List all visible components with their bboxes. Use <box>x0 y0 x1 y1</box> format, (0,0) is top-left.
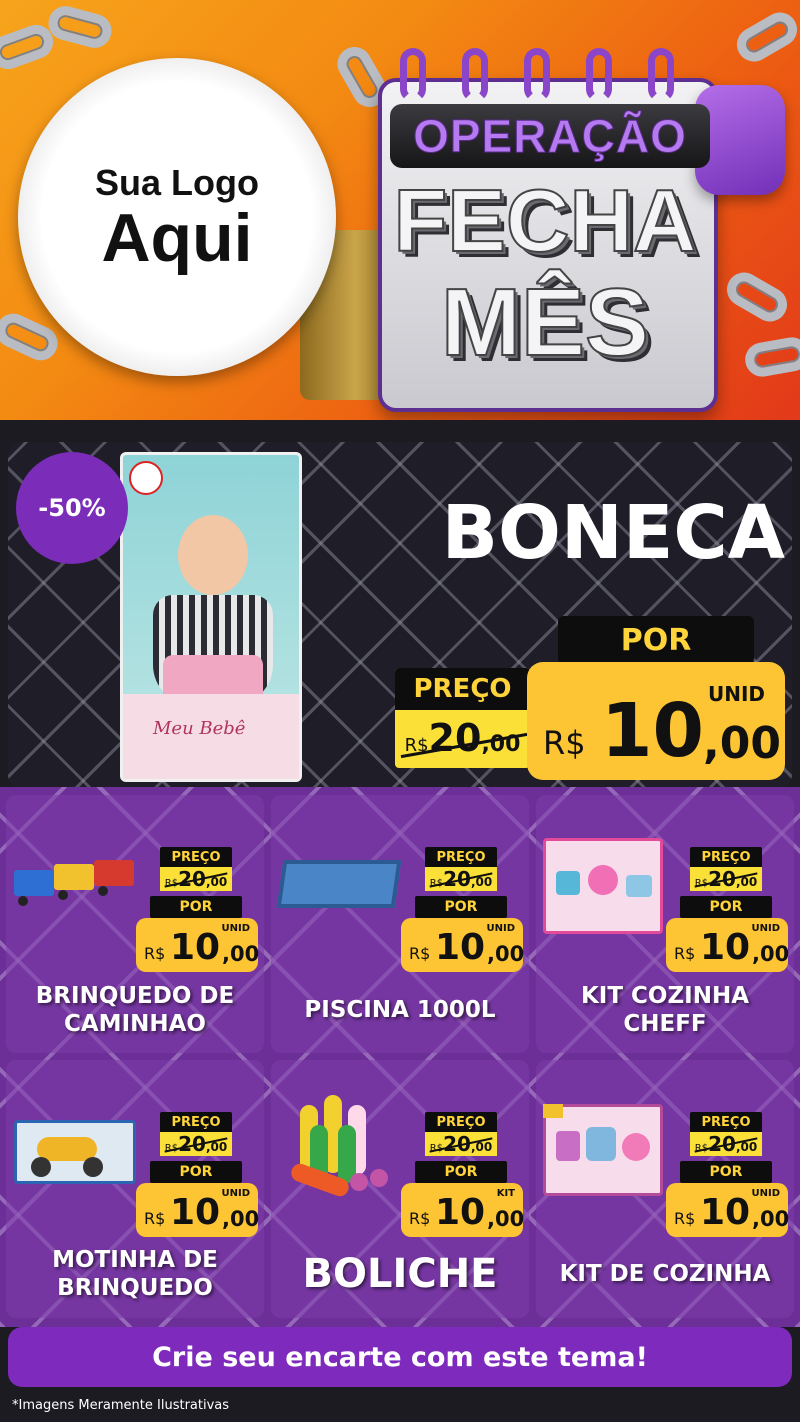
new-price-decimal: ,00 <box>487 942 525 966</box>
kitchen-set-image <box>543 1104 663 1196</box>
new-price: UNID R$ 10,00 <box>666 918 790 972</box>
featured-product-name: BONECA <box>441 490 785 576</box>
logo-placeholder[interactable]: Sua Logo Aqui <box>18 58 336 376</box>
create-flyer-button[interactable]: Crie seu encarte com este tema! <box>8 1327 792 1387</box>
por-label: POR <box>415 896 507 918</box>
new-price-currency: R$ <box>144 1209 166 1228</box>
new-price-currency: R$ <box>674 944 696 963</box>
new-price-decimal: ,00 <box>752 1207 790 1231</box>
preco-label: PREÇO <box>425 847 497 867</box>
new-price: KIT R$ 10,00 <box>401 1183 525 1237</box>
doll-product-image: Meu Bebê <box>120 452 302 782</box>
doll-box-brand: Meu Bebê <box>153 718 246 739</box>
new-price: UNID R$ 10,00 <box>136 918 260 972</box>
disclaimer-text: *Imagens Meramente Ilustrativas <box>12 1398 230 1413</box>
por-label: POR <box>415 1161 507 1183</box>
brand-logo-icon <box>129 461 163 495</box>
new-price-integer: 10 <box>170 1192 221 1233</box>
calendar-ring-icon <box>586 48 612 102</box>
price-unit: UNID <box>707 682 765 706</box>
price-unit: UNID <box>221 923 250 934</box>
featured-por-label: POR <box>558 616 754 664</box>
product-name: BRINQUEDO DE CAMINHAO <box>35 983 235 1037</box>
product-name: KIT DE COZINHA <box>559 1261 771 1287</box>
price-unit: UNID <box>751 923 780 934</box>
chain-link-decoration <box>720 266 794 328</box>
preco-label: PREÇO <box>425 1112 497 1132</box>
new-price-integer: 10 <box>601 688 704 774</box>
new-price-currency: R$ <box>409 944 431 963</box>
calendar-ring-icon <box>462 48 488 102</box>
calendar-ring-icon <box>400 48 426 102</box>
new-price-decimal: ,00 <box>487 1207 525 1231</box>
calendar-ring-icon <box>648 48 674 102</box>
new-price-integer: 10 <box>435 1192 486 1233</box>
logo-text-line1: Sua Logo <box>95 162 259 203</box>
price-unit: KIT <box>496 1188 515 1199</box>
new-price-decimal: ,00 <box>222 1207 260 1231</box>
old-price-integer: 20 <box>428 716 482 760</box>
old-price: R$20,00 <box>690 867 762 891</box>
new-price-decimal: ,00 <box>222 942 260 966</box>
por-label: POR <box>680 1161 772 1183</box>
preco-label: PREÇO <box>160 1112 232 1132</box>
new-price-integer: 10 <box>435 927 486 968</box>
old-price: R$20,00 <box>425 867 497 891</box>
truck-toy-image <box>14 860 134 910</box>
campaign-title-line2: FECHA <box>392 170 697 271</box>
product-name: MOTINHA DE BRINQUEDO <box>52 1247 218 1301</box>
chain-link-decoration <box>742 334 800 380</box>
new-price-currency: R$ <box>543 724 586 762</box>
doll-head <box>178 515 248 595</box>
featured-new-price: UNID R$ 10 ,00 <box>527 662 785 780</box>
kitchen-kit-image <box>543 838 663 934</box>
old-price: R$20,00 <box>160 1132 232 1156</box>
motorcycle-toy-image <box>14 1120 136 1184</box>
calendar-ring-icon <box>524 48 550 102</box>
new-price: UNID R$ 10,00 <box>136 1183 260 1237</box>
product-name: PISCINA 1000L <box>304 997 496 1023</box>
price-unit: UNID <box>221 1188 250 1199</box>
price-unit: UNID <box>751 1188 780 1199</box>
new-price-currency: R$ <box>144 944 166 963</box>
pool-image <box>276 860 402 908</box>
chain-link-decoration <box>44 2 116 52</box>
new-price: UNID R$ 10,00 <box>401 918 525 972</box>
old-price: R$20,00 <box>160 867 232 891</box>
product-name: BOLICHE <box>302 1251 498 1297</box>
product-name: KIT COZINHA CHEFF <box>580 983 750 1037</box>
new-price-currency: R$ <box>674 1209 696 1228</box>
preco-label: PREÇO <box>690 1112 762 1132</box>
featured-preco-label: PREÇO <box>395 668 530 710</box>
por-label: POR <box>680 896 772 918</box>
logo-text-line2: Aqui <box>101 200 253 276</box>
discount-badge: -50% <box>16 452 128 564</box>
new-price-currency: R$ <box>409 1209 431 1228</box>
preco-label: PREÇO <box>690 847 762 867</box>
new-price-integer: 10 <box>700 1192 751 1233</box>
old-price: R$20,00 <box>690 1132 762 1156</box>
campaign-badge: OPERAÇÃO <box>390 104 710 168</box>
new-price-integer: 10 <box>170 927 221 968</box>
por-label: POR <box>150 896 242 918</box>
old-price: R$20,00 <box>425 1132 497 1156</box>
preco-label: PREÇO <box>160 847 232 867</box>
campaign-title-line1: OPERAÇÃO <box>413 110 687 163</box>
chain-link-decoration <box>730 6 800 68</box>
new-price-decimal: ,00 <box>703 718 781 769</box>
bowling-set-image <box>288 1095 400 1205</box>
new-price-integer: 10 <box>700 927 751 968</box>
new-price-decimal: ,00 <box>752 942 790 966</box>
price-unit: UNID <box>486 923 515 934</box>
campaign-title-line3: MÊS <box>440 268 650 377</box>
new-price: UNID R$ 10,00 <box>666 1183 790 1237</box>
campaign-header: OPERAÇÃO FECHA MÊS Sua Logo Aqui <box>0 0 800 420</box>
por-label: POR <box>150 1161 242 1183</box>
